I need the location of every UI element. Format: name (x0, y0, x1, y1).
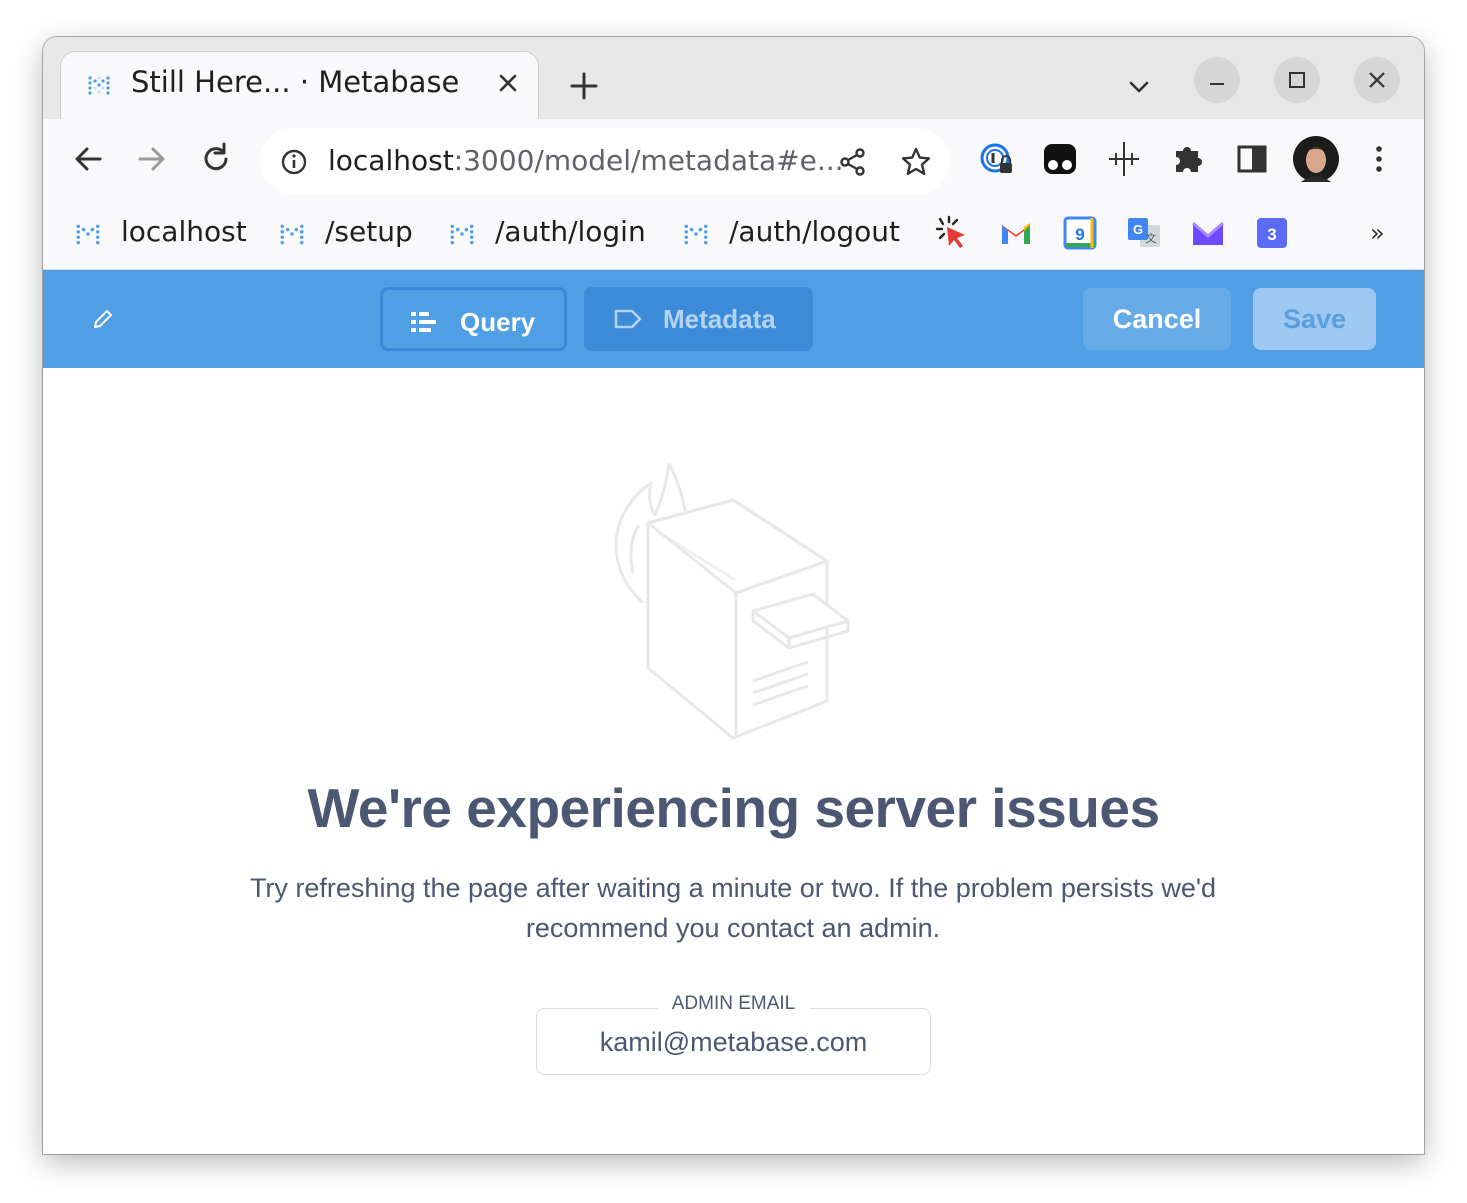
metabase-icon (684, 224, 708, 245)
bookmark-label: /auth/login (495, 215, 646, 248)
minimize-button[interactable] (1194, 57, 1240, 103)
tab-title: Still Here... · Metabase (131, 65, 460, 99)
app-badge: 3 (1267, 225, 1276, 244)
move-icon[interactable] (1104, 139, 1144, 179)
metabase-icon (76, 224, 100, 245)
tampermonkey-icon[interactable] (1040, 139, 1080, 179)
save-button[interactable]: Save (1253, 288, 1376, 350)
share-icon[interactable] (838, 147, 868, 177)
star-icon[interactable] (900, 146, 932, 178)
info-icon[interactable] (280, 148, 308, 176)
avatar[interactable] (1291, 134, 1341, 184)
cursor-click-icon[interactable] (934, 215, 970, 251)
extensions-icon[interactable] (1168, 139, 1208, 179)
metadata-tab-label: Metadata (663, 304, 776, 334)
browser-tab[interactable]: Still Here... · Metabase (61, 52, 538, 119)
url-text: localhost:3000/model/metadata#e... (328, 144, 844, 177)
maximize-button[interactable] (1274, 57, 1320, 103)
translate-icon[interactable]: G 文 (1126, 215, 1162, 251)
svg-text:文: 文 (1146, 231, 1157, 245)
gmail-icon[interactable] (998, 215, 1034, 251)
new-tab-icon[interactable] (567, 69, 601, 103)
calendar-icon[interactable]: 9 (1062, 215, 1098, 251)
admin-email-value[interactable]: kamil@metabase.com (537, 1027, 930, 1058)
app-3-icon[interactable]: 3 (1254, 215, 1290, 251)
url-host: localhost (328, 144, 454, 177)
admin-email-box: ADMIN EMAIL kamil@metabase.com (536, 993, 931, 1075)
browser-toolbar: localhost:3000/model/metadata#e... (43, 119, 1424, 203)
address-bar[interactable]: localhost:3000/model/metadata#e... (260, 128, 950, 194)
url-path: :3000/model/metadata#e... (453, 144, 844, 177)
burning-server-illustration (614, 463, 850, 740)
svg-text:G: G (1133, 222, 1143, 237)
label-icon (614, 309, 642, 329)
close-window-button[interactable] (1354, 57, 1400, 103)
metadata-tab-button[interactable]: Metadata (584, 287, 813, 351)
bookmark-label: /setup (325, 215, 413, 248)
side-panel-icon[interactable] (1232, 139, 1272, 179)
calendar-day: 9 (1075, 225, 1084, 244)
reload-icon[interactable] (196, 139, 236, 179)
bookmark-label: localhost (121, 215, 247, 248)
bookmarks-overflow-icon[interactable]: » (1370, 219, 1385, 247)
bookmark-label: /auth/logout (729, 215, 901, 248)
query-tab-button[interactable]: Query (380, 287, 567, 351)
error-message: Try refreshing the page after waiting a … (249, 873, 1217, 943)
proton-mail-icon[interactable] (1190, 215, 1226, 251)
query-tab-label: Query (460, 307, 536, 337)
error-page: We're experiencing server issues Try ref… (43, 368, 1424, 1154)
maximize-icon (1289, 72, 1305, 88)
admin-email-label: ADMIN EMAIL (657, 993, 810, 1015)
back-icon[interactable] (68, 139, 108, 179)
close-icon (1369, 72, 1385, 88)
notebook-icon (411, 312, 436, 332)
browser-window: Still Here... · Metabase localhost:3000/… (43, 37, 1424, 1154)
metabase-icon (280, 224, 304, 245)
model-editor-header: Query Metadata Cancel Save (43, 270, 1424, 368)
menu-icon[interactable] (1359, 139, 1399, 179)
close-icon[interactable] (493, 68, 523, 98)
bookmarks-bar: localhost /setup /auth/login /auth/logou… (43, 203, 1424, 270)
tab-strip: Still Here... · Metabase (43, 37, 1424, 119)
cancel-button[interactable]: Cancel (1083, 288, 1231, 350)
password-manager-icon[interactable] (978, 139, 1018, 179)
error-title: We're experiencing server issues (307, 777, 1160, 839)
forward-icon[interactable] (132, 139, 172, 179)
chevron-down-icon[interactable] (1125, 73, 1153, 101)
metabase-icon (450, 224, 474, 245)
metabase-icon (88, 76, 110, 95)
pencil-icon[interactable] (90, 306, 116, 332)
minimize-icon (1210, 83, 1224, 85)
